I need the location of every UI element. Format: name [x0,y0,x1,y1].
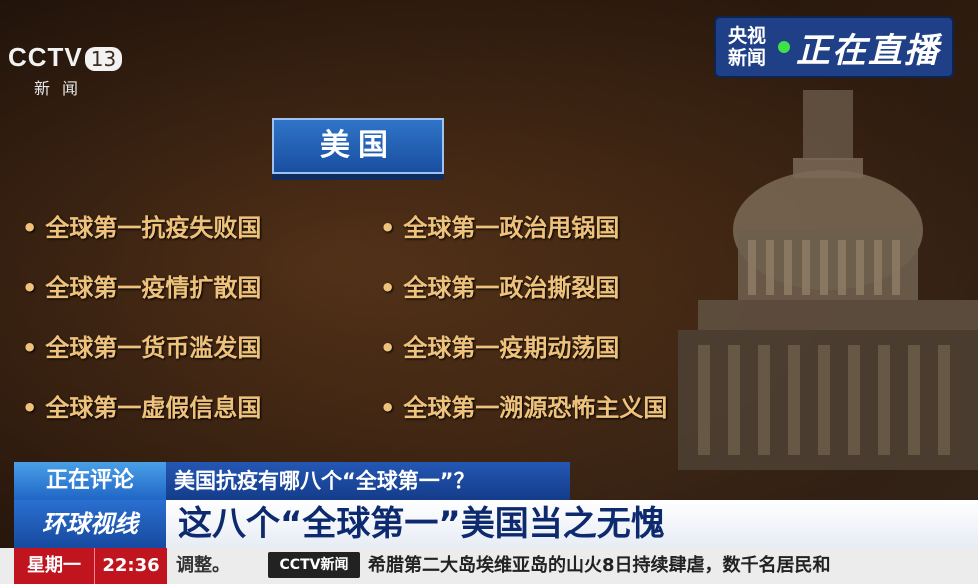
list-item-right-2: 全球第一政治撕裂国 [380,268,619,303]
weekday-label: 星期一 [14,548,94,584]
commenting-tag: 正在评论 [14,462,166,500]
live-source-label: 央视新闻 [727,25,766,69]
country-tag: 美国 [272,118,444,174]
headline: 这八个“全球第一”美国当之无愧 [166,500,978,548]
clock: 22:36 [94,548,167,584]
show-logo: 环球视线 [14,500,166,548]
channel-logo-number: 13 [84,47,123,71]
capitol-building-image [678,90,978,470]
topic-strap: 美国抗疫有哪八个“全球第一”？ [166,462,570,500]
ticker-logo: CCTV新闻 [268,552,360,578]
list-item-right-1: 全球第一政治甩锅国 [380,208,619,243]
channel-logo-sub: 新闻 [34,79,91,98]
list-item-left-3: 全球第一货币滥发国 [22,328,261,363]
list-item-left-2: 全球第一疫情扩散国 [22,268,261,303]
list-item-left-1: 全球第一抗疫失败国 [22,208,261,243]
channel-logo-main: CCTV [8,42,83,72]
channel-logo: CCTV 13 新闻 [8,42,123,99]
ticker-text: 希腊第二大岛埃维亚岛的山火8日持续肆虐，数千名居民和 [368,555,831,576]
list-item-right-4: 全球第一溯源恐怖主义国 [380,388,667,423]
live-indicator-icon [778,41,790,53]
ticker-lead-text: 调整。 [176,555,230,576]
list-item-left-4: 全球第一虚假信息国 [22,388,261,423]
video-frame: CCTV13 新闻 央视新闻 正在直播 美国 全球第一抗疫失败国 全球第一疫情扩… [0,0,978,584]
live-badge: 央视新闻 正在直播 [714,16,954,78]
live-label: 正在直播 [796,30,940,71]
list-item-right-3: 全球第一疫期动荡国 [380,328,619,363]
